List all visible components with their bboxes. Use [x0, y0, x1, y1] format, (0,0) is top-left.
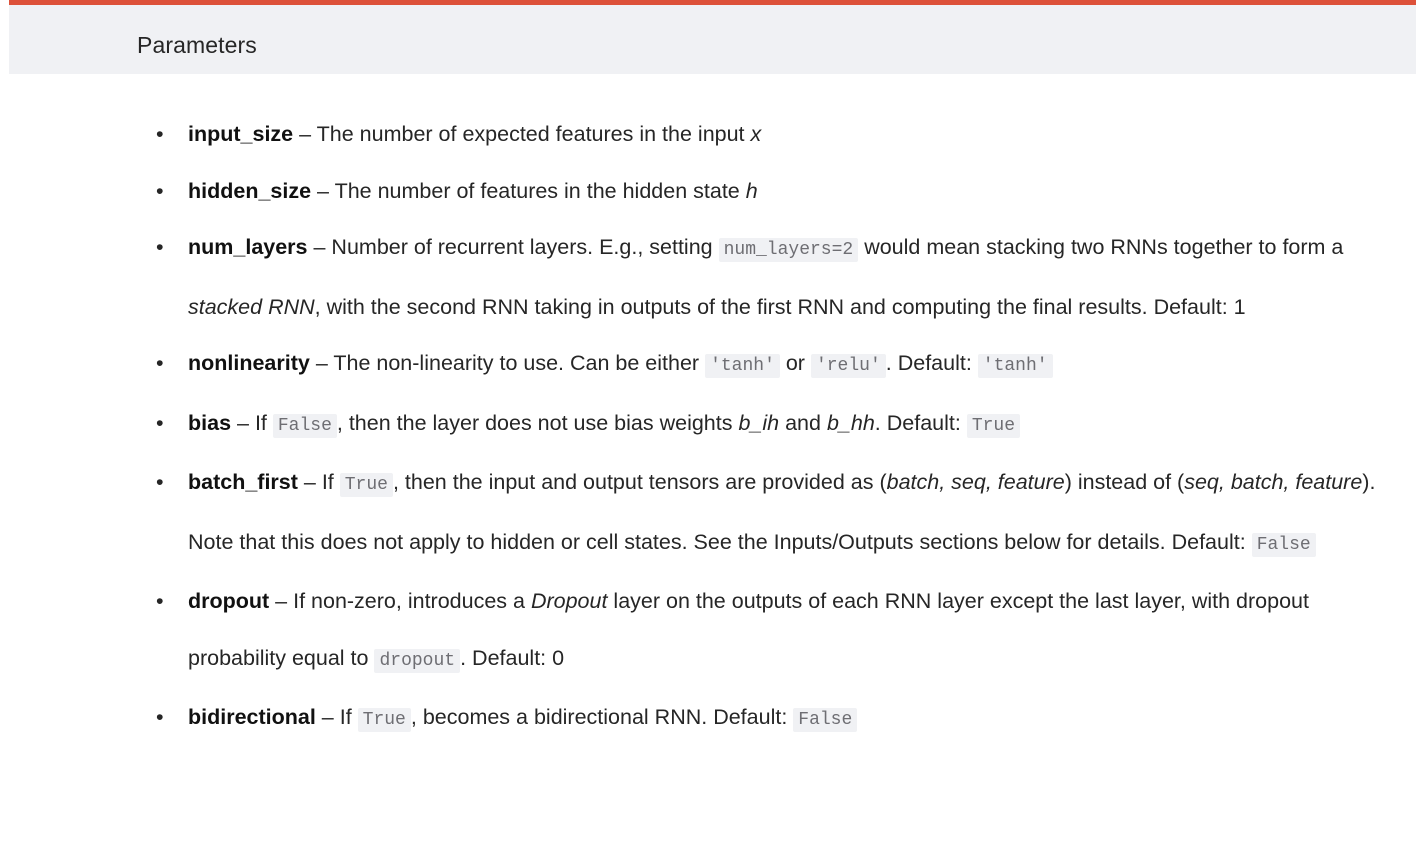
- description-text: and: [779, 410, 827, 435]
- parameter-name: bias: [188, 410, 232, 435]
- en-dash-separator: –: [293, 122, 317, 146]
- inline-code: 'relu': [810, 354, 886, 378]
- emphasis-text: b_ih: [738, 410, 780, 435]
- inline-code: True: [966, 413, 1021, 438]
- emphasis-text: b_hh: [826, 410, 875, 435]
- list-item: • num_layers – Number of recurrent layers…: [0, 219, 1416, 335]
- description-text: If: [339, 705, 358, 729]
- list-item: • dropout – If non-zero, introduces a Dro…: [0, 573, 1416, 689]
- parameters-list: • input_size – The number of expected fea…: [0, 74, 1416, 749]
- description-text: If: [321, 470, 340, 494]
- bullet-icon: •: [156, 470, 164, 494]
- bullet-icon: •: [156, 178, 164, 203]
- list-item: • input_size – The number of expected fea…: [0, 106, 1416, 163]
- emphasis-text: Dropout: [530, 589, 608, 613]
- description-text: would mean stacking two RNNs together to…: [858, 235, 1344, 259]
- en-dash-separator: –: [309, 351, 334, 375]
- inline-code: num_layers=2: [718, 238, 859, 262]
- description-text: If non-zero, introduces a: [293, 589, 531, 613]
- en-dash-separator: –: [311, 178, 335, 203]
- inline-code: False: [793, 708, 858, 732]
- bullet-icon: •: [156, 589, 164, 613]
- documentation-page: Parameters • input_size – The number of e…: [0, 0, 1416, 864]
- bullet-icon: •: [156, 410, 164, 435]
- en-dash-separator: –: [269, 589, 294, 613]
- bullet-icon: •: [156, 122, 164, 146]
- emphasis-text: h: [745, 178, 758, 203]
- parameter-name: dropout: [188, 589, 270, 613]
- parameter-name: nonlinearity: [188, 351, 310, 375]
- parameter-name: num_layers: [188, 235, 308, 259]
- emphasis-text: stacked RNN: [188, 294, 315, 319]
- en-dash-separator: –: [231, 410, 255, 435]
- inline-code: True: [339, 473, 393, 497]
- description-text: , with the second RNN taking in outputs …: [314, 294, 1246, 319]
- page-title: Parameters: [137, 32, 257, 58]
- parameter-name: hidden_size: [188, 178, 312, 203]
- en-dash-separator: –: [297, 470, 322, 494]
- bullet-icon: •: [156, 705, 164, 729]
- inline-code: False: [1251, 532, 1316, 557]
- inline-code: dropout: [374, 648, 461, 673]
- description-text: If: [254, 410, 273, 435]
- description-text: , becomes a bidirectional RNN. Default:: [410, 705, 794, 729]
- parameter-name: batch_first: [188, 470, 298, 494]
- description-text: or: [779, 351, 811, 375]
- inline-code: False: [272, 413, 337, 438]
- list-item: • nonlinearity – The non-linearity to use…: [0, 335, 1416, 395]
- en-dash-separator: –: [307, 235, 332, 259]
- description-text: The number of expected features in the i…: [316, 122, 751, 146]
- description-text: The non-linearity to use. Can be either: [333, 351, 706, 375]
- description-text: The number of features in the hidden sta…: [334, 178, 746, 203]
- emphasis-text: x: [750, 122, 762, 146]
- description-text: , then the layer does not use bias weigh…: [336, 410, 739, 435]
- parameters-section-header: Parameters: [9, 0, 1416, 74]
- description-text: Number of recurrent layers. E.g., settin…: [331, 235, 719, 259]
- bullet-icon: •: [156, 351, 164, 375]
- inline-code: 'tanh': [705, 354, 780, 378]
- description-text: , then the input and output tensors are …: [392, 470, 887, 494]
- bullet-icon: •: [156, 235, 164, 259]
- inline-code: 'tanh': [977, 354, 1053, 378]
- parameter-name: input_size: [188, 122, 294, 146]
- list-item: • bias – If False, then the layer does no…: [0, 395, 1416, 455]
- list-item: • bidirectional – If True, becomes a bidi…: [0, 689, 1416, 749]
- en-dash-separator: –: [315, 705, 340, 729]
- emphasis-text: seq, batch, feature: [1184, 470, 1363, 494]
- inline-code: True: [357, 708, 411, 732]
- description-text: . Default: 0: [460, 645, 565, 670]
- description-text: ) instead of (: [1064, 470, 1185, 494]
- list-item: • batch_first – If True, then the input a…: [0, 454, 1416, 573]
- parameter-name: bidirectional: [188, 705, 316, 729]
- emphasis-text: batch, seq, feature: [886, 470, 1065, 494]
- description-text: . Default:: [885, 351, 978, 375]
- description-text: . Default:: [874, 410, 967, 435]
- list-item: • hidden_size – The number of features in…: [0, 163, 1416, 220]
